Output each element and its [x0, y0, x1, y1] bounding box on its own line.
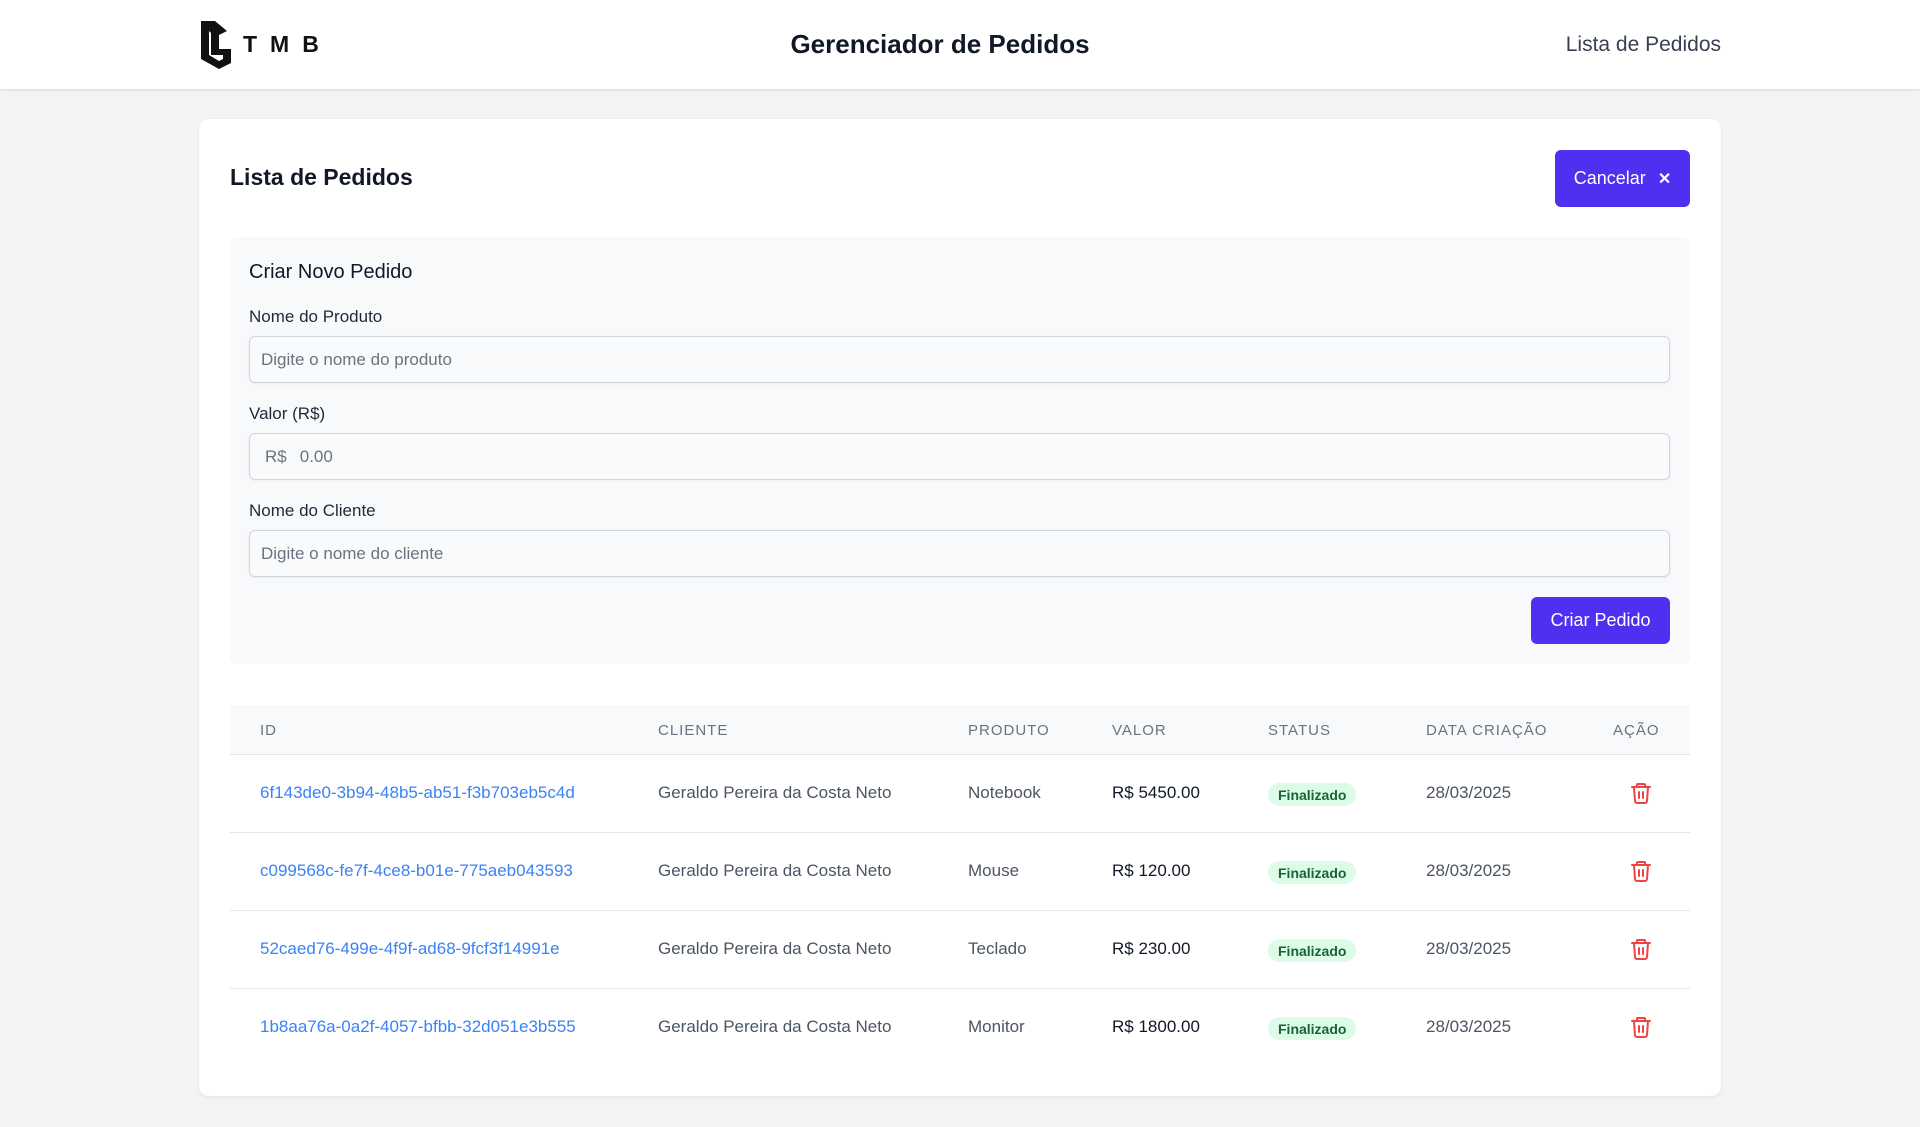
cancel-button[interactable]: Cancelar ✕ [1555, 150, 1690, 207]
date-cell: 28/03/2025 [1426, 1017, 1512, 1036]
close-icon: ✕ [1657, 170, 1672, 188]
value-input[interactable] [286, 434, 1669, 479]
top-navbar: TMB Gerenciador de Pedidos Lista de Pedi… [0, 0, 1920, 89]
cancel-button-label: Cancelar [1573, 168, 1646, 188]
column-header-status: STATUS [1268, 722, 1331, 739]
page-title: Lista de Pedidos [230, 164, 413, 190]
client-name-label: Nome do Cliente [249, 501, 376, 520]
value-cell: R$ 120.00 [1112, 861, 1191, 880]
column-header-valor: VALOR [1112, 722, 1167, 739]
column-header-cliente: CLIENTE [658, 722, 729, 739]
trash-icon[interactable] [1629, 1015, 1653, 1039]
create-order-button[interactable]: Criar Pedido [1531, 597, 1670, 644]
column-header-data-criacao: DATA CRIAÇÃO [1426, 722, 1548, 739]
currency-prefix: R$ [265, 446, 287, 466]
product-cell: Monitor [968, 1017, 1025, 1036]
product-name-field-wrapper [249, 336, 1670, 383]
value-cell: R$ 1800.00 [1112, 1017, 1200, 1036]
client-name-input[interactable] [250, 531, 1669, 576]
date-cell: 28/03/2025 [1426, 783, 1512, 802]
trash-icon[interactable] [1629, 781, 1653, 805]
order-id-link[interactable]: 52caed76-499e-4f9f-ad68-9fcf3f14991e [260, 939, 560, 959]
table-header: ID CLIENTE PRODUTO VALOR STATUS DATA CRI… [230, 705, 1690, 755]
product-cell: Notebook [968, 783, 1041, 802]
column-header-id: ID [260, 722, 277, 739]
value-cell: R$ 230.00 [1112, 939, 1191, 958]
product-name-input[interactable] [250, 337, 1669, 382]
order-id-link[interactable]: 1b8aa76a-0a2f-4057-bfbb-32d051e3b555 [260, 1017, 576, 1037]
form-heading: Criar Novo Pedido [249, 261, 413, 283]
value-cell: R$ 5450.00 [1112, 783, 1200, 802]
client-cell: Geraldo Pereira da Costa Neto [658, 783, 892, 802]
client-cell: Geraldo Pereira da Costa Neto [658, 861, 892, 880]
trash-icon[interactable] [1629, 937, 1653, 961]
status-badge: Finalizado [1268, 861, 1357, 884]
table-row: 6f143de0-3b94-48b5-ab51-f3b703eb5c4d Ger… [230, 755, 1690, 833]
product-name-label: Nome do Produto [249, 307, 383, 326]
order-id-link[interactable]: c099568c-fe7f-4ce8-b01e-775aeb043593 [260, 861, 573, 881]
product-cell: Mouse [968, 861, 1020, 880]
nav-link-lista-de-pedidos[interactable]: Lista de Pedidos [1566, 33, 1721, 57]
client-cell: Geraldo Pereira da Costa Neto [658, 1017, 892, 1036]
column-header-produto: PRODUTO [968, 722, 1050, 739]
order-id-link[interactable]: 6f143de0-3b94-48b5-ab51-f3b703eb5c4d [260, 783, 575, 803]
value-label: Valor (R$) [249, 404, 326, 423]
orders-card: Lista de Pedidos Cancelar ✕ Criar Novo P… [199, 119, 1721, 1096]
status-badge: Finalizado [1268, 939, 1357, 962]
client-cell: Geraldo Pereira da Costa Neto [658, 939, 892, 958]
date-cell: 28/03/2025 [1426, 939, 1512, 958]
value-field-wrapper: R$ [249, 433, 1670, 480]
date-cell: 28/03/2025 [1426, 861, 1512, 880]
table-row: 52caed76-499e-4f9f-ad68-9fcf3f14991e Ger… [230, 911, 1690, 989]
create-order-form: Criar Novo Pedido Nome do Produto Valor … [230, 237, 1690, 664]
table-row: c099568c-fe7f-4ce8-b01e-775aeb043593 Ger… [230, 833, 1690, 911]
product-cell: Teclado [968, 939, 1027, 958]
status-badge: Finalizado [1268, 783, 1357, 806]
table-row: 1b8aa76a-0a2f-4057-bfbb-32d051e3b555 Ger… [230, 989, 1690, 1067]
trash-icon[interactable] [1629, 859, 1653, 883]
column-header-acao: AÇÃO [1613, 722, 1660, 739]
orders-table: ID CLIENTE PRODUTO VALOR STATUS DATA CRI… [230, 705, 1690, 1067]
status-badge: Finalizado [1268, 1017, 1357, 1040]
client-name-field-wrapper [249, 530, 1670, 577]
